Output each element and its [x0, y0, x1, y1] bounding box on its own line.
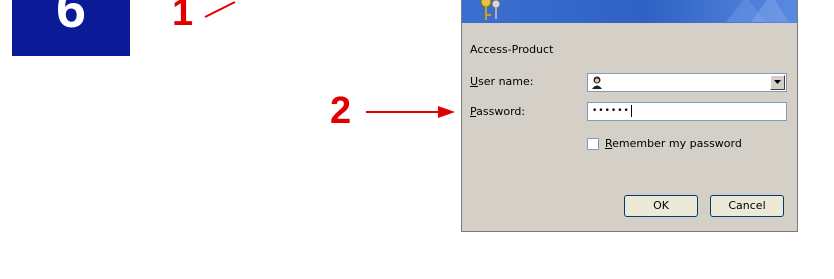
- dialog-banner: [462, 0, 797, 23]
- callout-1: 1: [172, 0, 194, 34]
- password-input[interactable]: ••••••: [587, 102, 787, 121]
- dropdown-button[interactable]: [770, 75, 785, 90]
- arrow-2-head: [438, 106, 455, 118]
- remember-password-label[interactable]: Remember my password: [605, 137, 742, 150]
- user-name-label: User name:: [470, 75, 534, 88]
- user-icon: [592, 76, 602, 89]
- login-dialog: Access-Product User name: Password: ••••…: [461, 0, 798, 232]
- password-label: Password:: [470, 105, 526, 118]
- chevron-down-icon: [774, 80, 781, 84]
- callout-2: 2: [330, 90, 352, 132]
- banner-decoration-icon: [726, 0, 789, 22]
- cancel-button[interactable]: Cancel: [710, 195, 784, 217]
- user-name-combobox[interactable]: [587, 73, 787, 92]
- password-mask: ••••••: [592, 106, 630, 116]
- step-number-box: 6: [12, 0, 130, 56]
- step-number: 6: [55, 0, 87, 39]
- arrow-1: [204, 1, 236, 18]
- remember-password-checkbox[interactable]: [587, 138, 599, 150]
- product-name: Access-Product: [470, 43, 554, 56]
- keys-icon: [480, 0, 501, 20]
- text-caret: [630, 104, 632, 117]
- ok-button[interactable]: OK: [624, 195, 698, 217]
